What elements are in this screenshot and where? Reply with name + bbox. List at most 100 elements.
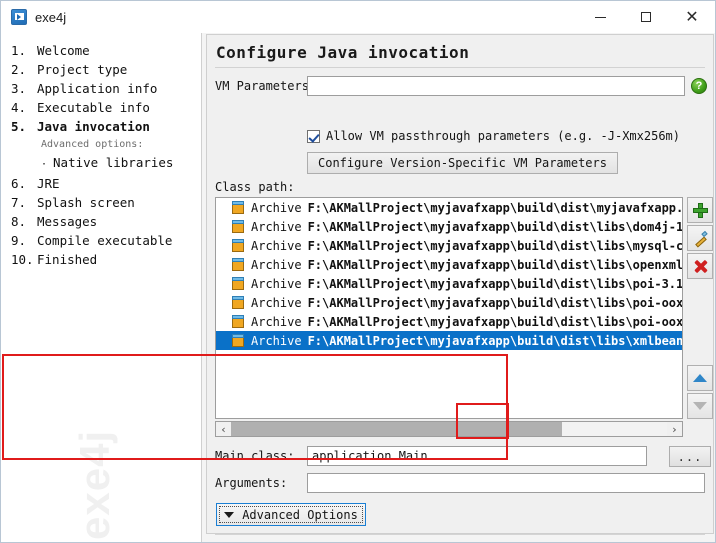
- step-label: Messages: [37, 214, 98, 229]
- advanced-options-caption: Advanced options:: [41, 139, 144, 150]
- list-item[interactable]: Archive F:\AKMallProject\myjavafxapp\bui…: [216, 255, 682, 274]
- sidebar-item-finished[interactable]: 10. Finished: [7, 250, 201, 269]
- scrollbar-track[interactable]: [231, 422, 667, 436]
- entry-kind: Archive: [251, 238, 302, 253]
- sidebar-item-application-info[interactable]: 3. Application info: [7, 79, 201, 98]
- minimize-button[interactable]: [577, 1, 623, 33]
- title-divider: [215, 67, 705, 68]
- footer-divider: [215, 534, 705, 535]
- class-path-label: Class path:: [215, 180, 295, 194]
- jar-archive-icon: [232, 239, 244, 252]
- step-number: 10.: [11, 252, 34, 267]
- main-class-browse-button[interactable]: ...: [669, 446, 711, 467]
- list-item[interactable]: Archive F:\AKMallProject\myjavafxapp\bui…: [216, 198, 682, 217]
- main-class-row: Main class:: [215, 446, 647, 466]
- sidebar-item-splash-screen[interactable]: 7. Splash screen: [7, 193, 201, 212]
- exe4j-watermark: exe4j: [71, 429, 118, 540]
- step-number: 4.: [11, 100, 27, 115]
- step-label: JRE: [37, 176, 60, 191]
- sidebar-item-native-libraries[interactable]: · Native libraries: [7, 153, 201, 174]
- focus-outline: [219, 506, 363, 523]
- scrollbar-thumb[interactable]: [231, 422, 563, 436]
- entry-path: F:\AKMallProject\myjavafxapp\build\dist\…: [307, 333, 682, 348]
- step-label: Executable info: [37, 100, 150, 115]
- jar-archive-icon: [232, 277, 244, 290]
- allow-passthrough-row: Allow VM passthrough parameters (e.g. -J…: [307, 129, 680, 143]
- sidebar-item-messages[interactable]: 8. Messages: [7, 212, 201, 231]
- entry-path: F:\AKMallProject\myjavafxapp\build\dist\…: [307, 238, 682, 253]
- step-label: Welcome: [37, 43, 90, 58]
- sub-item-label: Native libraries: [53, 155, 174, 170]
- sidebar-item-java-invocation[interactable]: 5. Java invocation: [7, 117, 201, 136]
- step-label: Splash screen: [37, 195, 135, 210]
- vm-parameters-row: VM Parameters: ?: [215, 74, 707, 98]
- main-class-input[interactable]: [307, 446, 647, 466]
- add-classpath-entry-button[interactable]: [687, 197, 713, 223]
- entry-path: F:\AKMallProject\myjavafxapp\build\dist\…: [307, 276, 682, 291]
- sidebar-item-project-type[interactable]: 2. Project type: [7, 60, 201, 79]
- class-path-list[interactable]: Archive F:\AKMallProject\myjavafxapp\bui…: [215, 197, 683, 419]
- jar-archive-icon: [232, 258, 244, 271]
- edit-classpath-entry-button[interactable]: [687, 225, 713, 251]
- arguments-row: Arguments:: [215, 473, 705, 493]
- entry-path: F:\AKMallProject\myjavafxapp\build\dist\…: [307, 314, 682, 329]
- list-item[interactable]: Archive F:\AKMallProject\myjavafxapp\bui…: [216, 274, 682, 293]
- configure-version-specific-vm-parameters-button[interactable]: Configure Version-Specific VM Parameters: [307, 152, 618, 174]
- entry-kind: Archive: [251, 219, 302, 234]
- step-number: 9.: [11, 233, 27, 248]
- entry-kind: Archive: [251, 276, 302, 291]
- move-entry-up-button[interactable]: [687, 365, 713, 391]
- pencil-icon: [693, 231, 708, 246]
- plus-icon: [692, 202, 708, 218]
- list-item[interactable]: Archive F:\AKMallProject\myjavafxapp\bui…: [216, 312, 682, 331]
- list-item-selected[interactable]: Archive F:\AKMallProject\myjavafxapp\bui…: [216, 331, 682, 350]
- list-item[interactable]: Archive F:\AKMallProject\myjavafxapp\bui…: [216, 217, 682, 236]
- entry-path: F:\AKMallProject\myjavafxapp\build\dist\…: [307, 200, 682, 215]
- close-button[interactable]: ✕: [669, 1, 715, 33]
- close-icon: ✕: [685, 7, 699, 26]
- entry-kind: Archive: [251, 295, 302, 310]
- allow-passthrough-checkbox[interactable]: [307, 129, 320, 143]
- sidebar-item-jre[interactable]: 6. JRE: [7, 174, 201, 193]
- allow-passthrough-label: Allow VM passthrough parameters (e.g. -J…: [326, 129, 681, 143]
- step-label: Java invocation: [37, 119, 150, 134]
- jar-archive-icon: [232, 220, 244, 233]
- entry-path: F:\AKMallProject\myjavafxapp\build\dist\…: [307, 295, 682, 310]
- step-list: 1. Welcome 2. Project type 3. Applicatio…: [1, 33, 201, 269]
- delete-classpath-entry-button[interactable]: [687, 253, 713, 279]
- vm-parameters-input[interactable]: [307, 76, 686, 96]
- exe4j-wizard-window: exe4j ✕ 1. Welcome 2. Project type 3. Ap…: [0, 0, 716, 543]
- list-item[interactable]: Archive F:\AKMallProject\myjavafxapp\bui…: [216, 236, 682, 255]
- entry-kind: Archive: [251, 257, 302, 272]
- list-item[interactable]: Archive F:\AKMallProject\myjavafxapp\bui…: [216, 293, 682, 312]
- step-number: 1.: [11, 43, 27, 58]
- step-number: 5.: [11, 119, 27, 134]
- step-label: Application info: [37, 81, 158, 96]
- step-number: 2.: [11, 62, 27, 77]
- maximize-button[interactable]: [623, 1, 669, 33]
- entry-path: F:\AKMallProject\myjavafxapp\build\dist\…: [307, 257, 682, 272]
- help-icon[interactable]: ?: [691, 78, 707, 94]
- entry-kind: Archive: [251, 200, 302, 215]
- entry-kind: Archive: [251, 333, 302, 348]
- sidebar-item-executable-info[interactable]: 4. Executable info: [7, 98, 201, 117]
- sidebar-item-compile-executable[interactable]: 9. Compile executable: [7, 231, 201, 250]
- step-number: 7.: [11, 195, 27, 210]
- scroll-right-icon[interactable]: ›: [667, 422, 682, 436]
- bullet-icon: ·: [41, 159, 48, 170]
- chevron-up-icon: [693, 374, 707, 382]
- scroll-left-icon[interactable]: ‹: [216, 422, 231, 436]
- jar-archive-icon: [232, 296, 244, 309]
- vm-parameters-label: VM Parameters:: [215, 79, 317, 93]
- main-panel: Configure Java invocation VM Parameters:…: [201, 33, 715, 542]
- exe4j-app-icon: [11, 9, 27, 25]
- main-class-label: Main class:: [215, 449, 295, 463]
- red-x-icon: [693, 259, 708, 274]
- move-entry-down-button[interactable]: [687, 393, 713, 419]
- class-path-horizontal-scrollbar[interactable]: ‹ ›: [215, 421, 683, 437]
- maximize-icon: [641, 12, 651, 22]
- arguments-input[interactable]: [307, 473, 705, 493]
- advanced-options-button[interactable]: Advanced Options: [216, 503, 366, 526]
- sidebar-item-welcome[interactable]: 1. Welcome: [7, 41, 201, 60]
- step-label: Project type: [37, 62, 128, 77]
